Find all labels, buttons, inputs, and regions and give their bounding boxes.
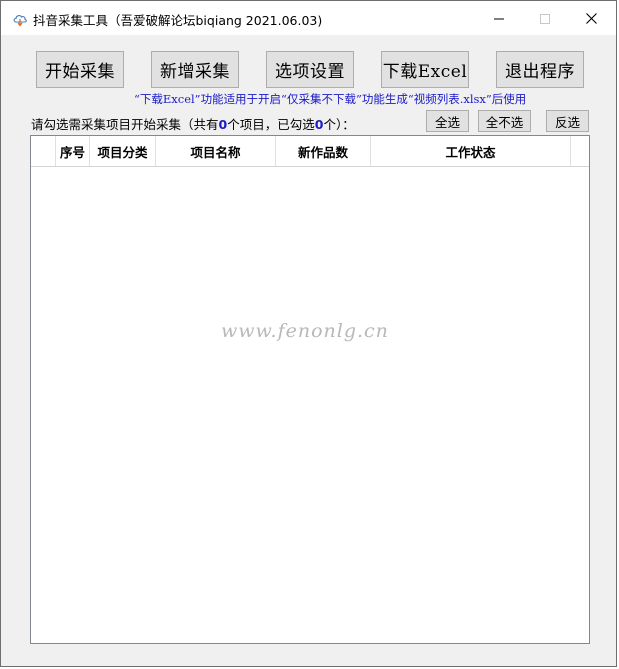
options-button[interactable]: 选项设置	[266, 51, 354, 88]
minimize-button[interactable]	[476, 1, 522, 35]
column-header-new-count[interactable]: 新作品数	[276, 136, 371, 166]
column-header-checkbox[interactable]	[31, 136, 56, 166]
download-hint: “下载Excel”功能适用于开启“仅采集不下载”功能生成“视频列表.xlsx”后…	[134, 92, 527, 106]
selection-suffix: 个）：	[323, 117, 355, 132]
select-none-button[interactable]: 全不选	[478, 110, 531, 132]
add-collect-button[interactable]: 新增采集	[151, 51, 239, 88]
close-button[interactable]	[568, 1, 614, 35]
minimize-icon	[494, 9, 504, 28]
exit-button[interactable]: 退出程序	[496, 51, 584, 88]
download-excel-button[interactable]: 下载Excel	[381, 51, 469, 88]
invert-selection-button[interactable]: 反选	[546, 110, 589, 132]
title-bar[interactable]: 抖音采集工具（吾爱破解论坛biqiang 2021.06.03)	[1, 1, 616, 35]
maximize-icon	[540, 9, 550, 28]
cloud-download-icon	[12, 11, 28, 27]
start-collect-button[interactable]: 开始采集	[36, 51, 124, 88]
total-count: 0	[218, 117, 228, 132]
close-icon	[585, 9, 597, 28]
select-all-button[interactable]: 全选	[426, 110, 469, 132]
table-header: 序号 项目分类 项目名称 新作品数 工作状态	[31, 136, 589, 167]
selection-prefix: 请勾选需采集项目开始采集（共有	[31, 117, 219, 132]
window-title: 抖音采集工具（吾爱破解论坛biqiang 2021.06.03)	[33, 13, 323, 28]
project-table[interactable]: 序号 项目分类 项目名称 新作品数 工作状态	[30, 135, 590, 644]
column-header-name[interactable]: 项目名称	[156, 136, 276, 166]
column-header-category[interactable]: 项目分类	[90, 136, 156, 166]
watermark: www.fenonlg.cn	[221, 320, 389, 342]
column-header-index[interactable]: 序号	[56, 136, 90, 166]
main-window: 抖音采集工具（吾爱破解论坛biqiang 2021.06.03) 开始采集 新增…	[0, 0, 617, 667]
column-header-status[interactable]: 工作状态	[371, 136, 571, 166]
selection-status: 请勾选需采集项目开始采集（共有0个项目，已勾选0个）：	[31, 114, 355, 133]
selection-middle: 个项目，已勾选	[227, 117, 315, 132]
maximize-button[interactable]	[522, 1, 568, 35]
